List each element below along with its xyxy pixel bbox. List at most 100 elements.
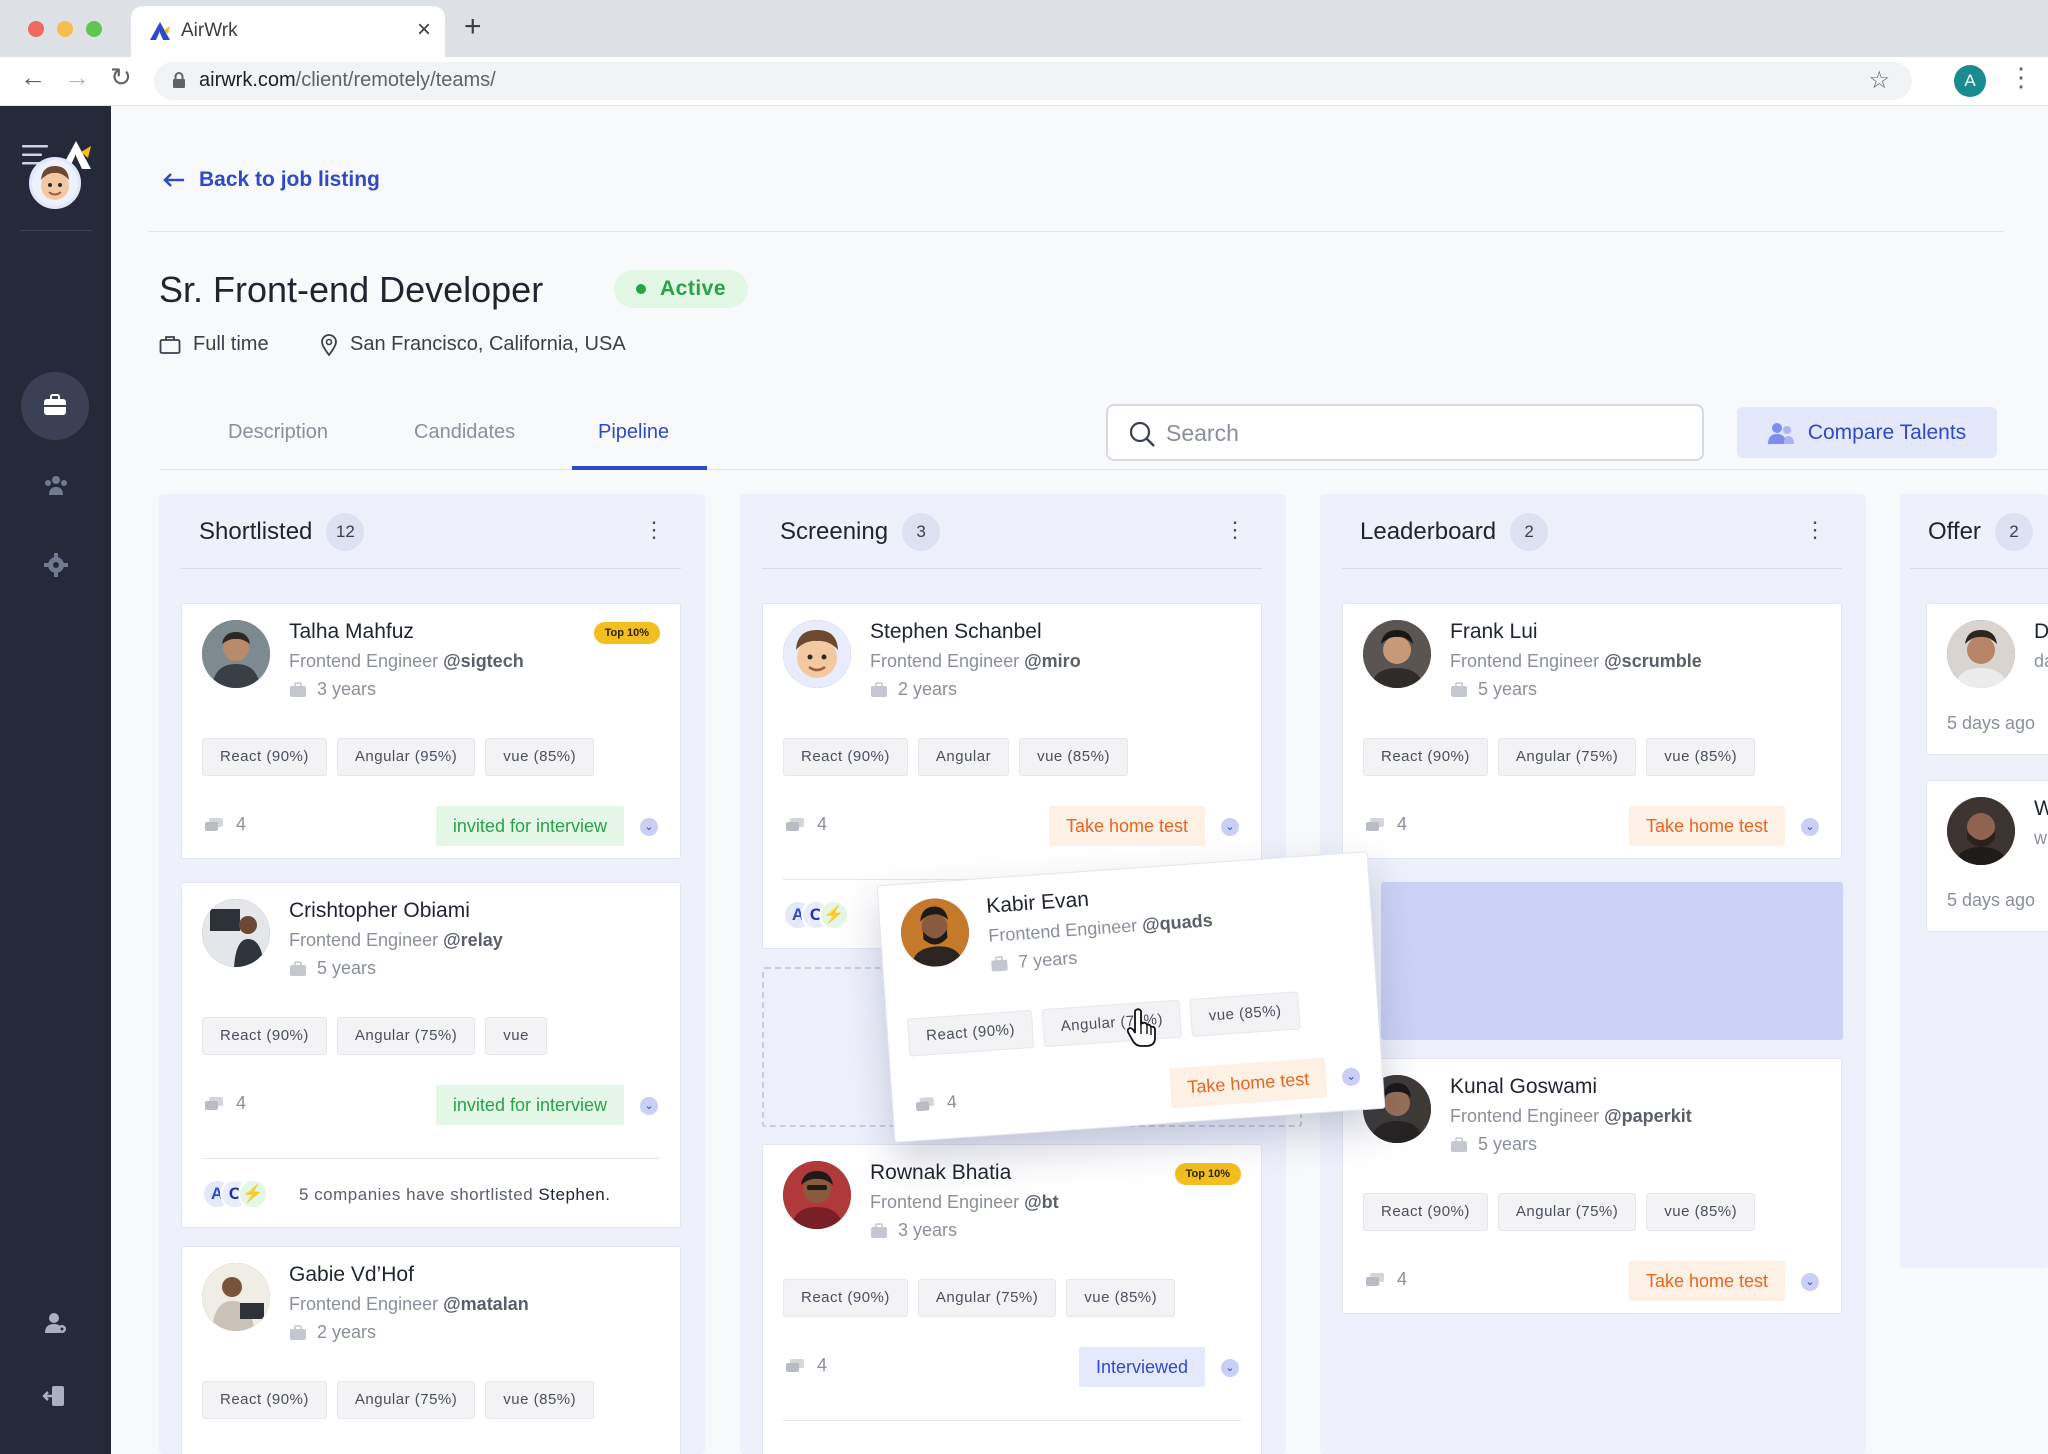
candidate-status[interactable]: invited for interview [435, 806, 624, 846]
back-link-label: Back to job listing [199, 168, 380, 191]
candidate-company: @bt [1024, 1192, 1059, 1212]
candidate-card-kunal[interactable]: Kunal Goswami Frontend Engineer @paperki… [1342, 1058, 1842, 1314]
sidebar-divider [20, 230, 92, 231]
chevron-down-icon[interactable]: ⌄ [1221, 818, 1239, 836]
search-input[interactable] [1166, 418, 1686, 448]
new-tab-icon[interactable]: + [464, 10, 482, 44]
skill-tag: React (90%) [783, 1279, 908, 1317]
sidebar-item-jobs[interactable] [21, 372, 89, 440]
candidate-name: Rownak Bhatia [870, 1161, 1012, 1184]
candidate-role: Frontend Engineer @relay [289, 930, 503, 951]
reload-icon[interactable]: ↻ [110, 62, 132, 92]
briefcase-icon [991, 955, 1008, 972]
candidate-status[interactable]: Take home test [1628, 806, 1785, 846]
comments-count[interactable]: 4 [785, 814, 827, 835]
leaderboard-drop-zone [1381, 882, 1843, 1040]
comment-icon [205, 817, 223, 831]
candidate-status[interactable]: Take home test [1628, 1261, 1785, 1301]
candidate-card-rownak[interactable]: Rownak Bhatia Top 10% Frontend Engineer … [762, 1144, 1262, 1454]
candidate-card-gabie[interactable]: Gabie Vd’Hof Frontend Engineer @matalan … [181, 1246, 681, 1454]
tab-candidates[interactable]: Candidates [414, 421, 515, 444]
column-header: Offer 2 [1928, 513, 2033, 551]
search-box [1106, 404, 1704, 461]
tab-description[interactable]: Description [228, 421, 328, 444]
column-header: Screening 3 [780, 513, 941, 551]
chevron-down-icon[interactable]: ⌄ [1801, 1273, 1819, 1291]
skill-list: React (90%) Angular (75%) vue (85%) [783, 1279, 1176, 1317]
comment-icon [915, 1096, 934, 1111]
active-tab-underline [572, 466, 707, 470]
forward-arrow-icon[interactable]: → [64, 62, 90, 92]
dragging-candidate-card-kabir[interactable]: Kabir Evan Frontend Engineer @quads 7 ye… [876, 851, 1386, 1143]
column-title: Offer [1928, 518, 1981, 545]
years-label: 5 years [317, 958, 377, 978]
url-path: /client/remotely/teams/ [295, 69, 496, 91]
back-arrow-icon[interactable]: ← [20, 62, 46, 92]
comments-count-value: 4 [946, 1091, 958, 1113]
logout-icon[interactable] [42, 1385, 66, 1407]
candidate-status[interactable]: invited for interview [435, 1085, 624, 1125]
chevron-down-icon[interactable]: ⌄ [1221, 1359, 1239, 1377]
back-to-job-listing-link[interactable]: Back to job listing [163, 168, 380, 192]
skill-tag: React (90%) [202, 1381, 327, 1419]
column-divider [181, 568, 681, 569]
candidate-role: Frontend Engineer @sigtech [289, 651, 524, 672]
candidate-role: da [2034, 651, 2048, 671]
skill-tag: Angular (75%) [1497, 738, 1637, 776]
job-title: Sr. Front-end Developer [159, 269, 544, 310]
address-bar[interactable]: airwrk.com/client/remotely/teams/ ☆ [154, 62, 1912, 100]
tab-pipeline[interactable]: Pipeline [598, 421, 669, 444]
employment-type-label: Full time [193, 333, 269, 355]
team-icon[interactable] [44, 474, 68, 496]
years-label: 5 years [1478, 679, 1538, 699]
bookmark-star-icon[interactable]: ☆ [1868, 66, 1890, 95]
chevron-down-icon[interactable]: ⌄ [1341, 1067, 1361, 1087]
candidate-card-crishtopher[interactable]: Crishtopher Obiami Frontend Engineer @re… [181, 882, 681, 1228]
candidate-card-frank[interactable]: Frank Lui Frontend Engineer @scrumble 5 … [1342, 603, 1842, 859]
search-icon [1129, 421, 1155, 447]
column-kebab-icon[interactable]: ⋮ [643, 516, 665, 544]
tab-close-icon[interactable]: × [417, 16, 431, 44]
candidate-avatar [202, 899, 270, 967]
candidate-avatar [202, 1263, 270, 1331]
column-kebab-icon[interactable]: ⋮ [1224, 516, 1246, 544]
chevron-down-icon[interactable]: ⌄ [640, 1097, 658, 1115]
offer-card[interactable]: D da 5 days ago [1926, 603, 2048, 755]
skill-list: React (90%) Angular (75%) vue (85%) [906, 991, 1301, 1057]
candidate-status[interactable]: Take home test [1048, 806, 1205, 846]
user-avatar[interactable] [29, 157, 81, 209]
comments-count[interactable]: 4 [204, 814, 246, 835]
candidate-company: @sigtech [443, 651, 524, 671]
browser-menu-icon[interactable]: ⋮ [2008, 62, 2034, 92]
candidate-status[interactable]: Take home test [1169, 1057, 1328, 1109]
comments-count[interactable]: 4 [914, 1091, 958, 1115]
chevron-down-icon[interactable]: ⌄ [1801, 818, 1819, 836]
candidate-avatar [1363, 620, 1431, 688]
window-close-button[interactable] [28, 21, 44, 37]
browser-tab[interactable]: AirWrk × [131, 6, 445, 58]
years-label: 5 years [1478, 1134, 1538, 1154]
window-maximize-button[interactable] [86, 21, 102, 37]
candidate-name: Talha Mahfuz [289, 620, 414, 643]
chevron-down-icon[interactable]: ⌄ [640, 818, 658, 836]
skill-tag: vue (85%) [1646, 1193, 1756, 1231]
user-settings-icon[interactable] [44, 1311, 68, 1335]
comments-count[interactable]: 4 [204, 1093, 246, 1114]
column-kebab-icon[interactable]: ⋮ [1804, 516, 1826, 544]
window-minimize-button[interactable] [57, 21, 73, 37]
compare-talents-button[interactable]: Compare Talents [1737, 407, 1997, 458]
comments-count[interactable]: 4 [1365, 814, 1407, 835]
offer-card[interactable]: W w 5 days ago [1926, 780, 2048, 932]
candidate-card-talha[interactable]: Talha Mahfuz Top 10% Frontend Engineer @… [181, 603, 681, 859]
browser-profile-avatar[interactable]: A [1954, 65, 1986, 97]
comments-count[interactable]: 4 [1365, 1269, 1407, 1290]
comment-icon [1366, 1272, 1384, 1286]
comments-count[interactable]: 4 [785, 1355, 827, 1376]
candidate-avatar [783, 620, 851, 688]
candidate-company: @relay [443, 930, 503, 950]
settings-icon[interactable] [44, 553, 68, 577]
candidate-status[interactable]: Interviewed [1078, 1347, 1205, 1387]
column-title: Screening [780, 518, 889, 545]
role-title: Frontend Engineer [1450, 1106, 1600, 1126]
candidate-experience: 5 years [289, 958, 376, 979]
